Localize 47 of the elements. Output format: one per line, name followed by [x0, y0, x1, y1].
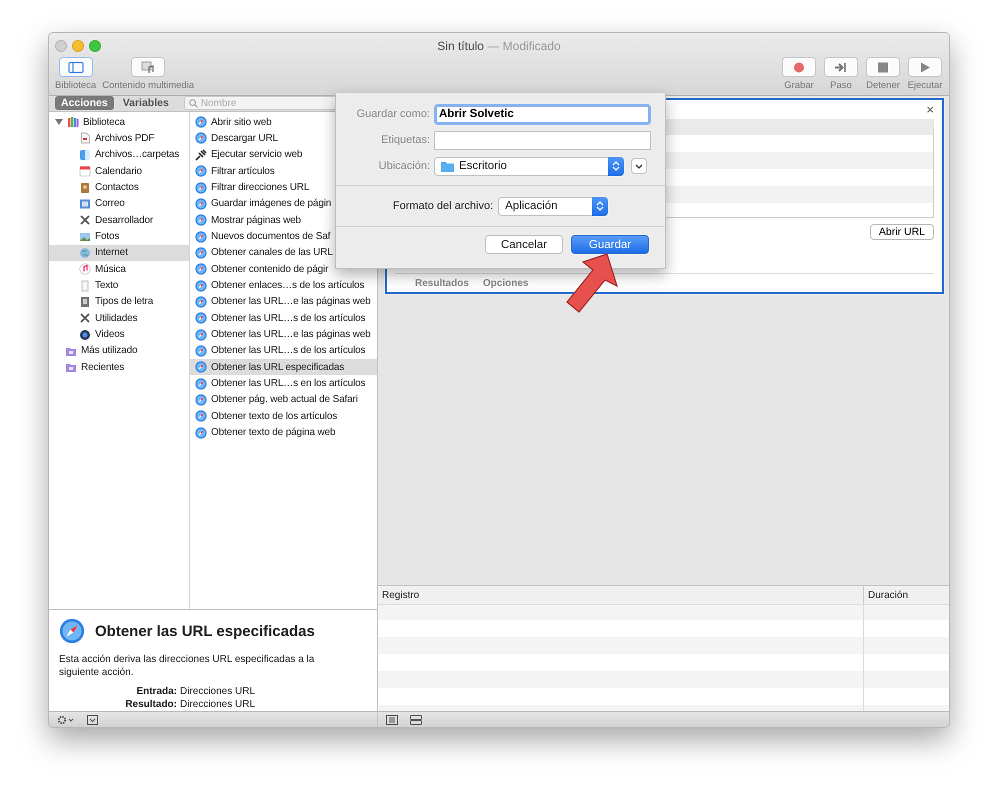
field-value: Direcciones URL: [180, 685, 256, 698]
item-label: Obtener enlaces…s de los artículos: [211, 280, 364, 292]
item-label: Obtener texto de página web: [211, 427, 336, 438]
item-label: Obtener las URL…s en los artículos: [211, 378, 366, 390]
item-label: Fotos: [95, 231, 120, 242]
field-label: Entrada:: [135, 685, 177, 698]
item-label: Obtener texto de los artículos: [211, 410, 338, 422]
item-label: Ejecutar servicio web: [211, 149, 302, 160]
item-label: Música: [95, 264, 126, 275]
item-label: Nuevos documentos de Saf: [211, 231, 330, 242]
item-label: Obtener las URL…s de los artículos: [211, 345, 366, 356]
item-label: Archivos PDF: [95, 132, 154, 144]
item-label: Obtener las URL…e las páginas web: [211, 329, 371, 340]
action-title: Obtener las URL especificadas: [95, 622, 315, 640]
item-label: Obtener las URL…e las páginas web: [211, 296, 371, 308]
item-label: Utilidades: [95, 312, 138, 324]
item-label: Obtener las URL…s de los artículos: [211, 312, 366, 324]
item-label: Mostrar páginas web: [211, 214, 301, 226]
item-label: Filtrar direcciones URL: [211, 182, 310, 194]
item-label: Obtener contenido de págir: [211, 264, 328, 275]
item-label: Más utilizado: [81, 345, 138, 356]
item-label: Descargar URL: [211, 132, 278, 144]
item-label: Archivos…carpetas: [95, 149, 180, 160]
field-label: Guardar como:: [356, 108, 430, 120]
item-label: Internet: [95, 247, 128, 258]
item-label: Desarrollador: [95, 214, 154, 226]
field-label: Ubicación:: [378, 160, 430, 172]
item-label: Obtener las URL especificadas: [211, 362, 344, 373]
item-label: Texto: [95, 280, 118, 292]
item-label: Obtener pág. web actual de Safari: [211, 394, 358, 406]
item-label: Correo: [95, 198, 125, 210]
field-value: Direcciones URL: [180, 698, 256, 712]
field-label: Resultado:: [124, 698, 177, 712]
item-label: Videos: [95, 329, 124, 340]
item-label: Calendario: [95, 166, 142, 177]
item-label: Contactos: [95, 182, 139, 194]
action-description: Esta acción deriva las direcciones URL especificadas a la siguiente acción.: [59, 653, 316, 680]
item-label: Obtener canales de las URL: [211, 247, 333, 258]
item-label: Recientes: [81, 362, 124, 373]
item-label: Guardar imágenes de págin: [211, 198, 332, 210]
window-title: Sin título — Modificado: [437, 39, 561, 53]
item-label: Filtrar artículos: [211, 166, 275, 177]
field-label: Etiquetas:: [380, 134, 430, 146]
item-label: Tipos de letra: [95, 296, 154, 308]
item-label: Biblioteca: [83, 116, 125, 128]
item-label: Abrir sitio web: [211, 116, 272, 128]
field-label: Formato del archivo:: [392, 200, 494, 212]
